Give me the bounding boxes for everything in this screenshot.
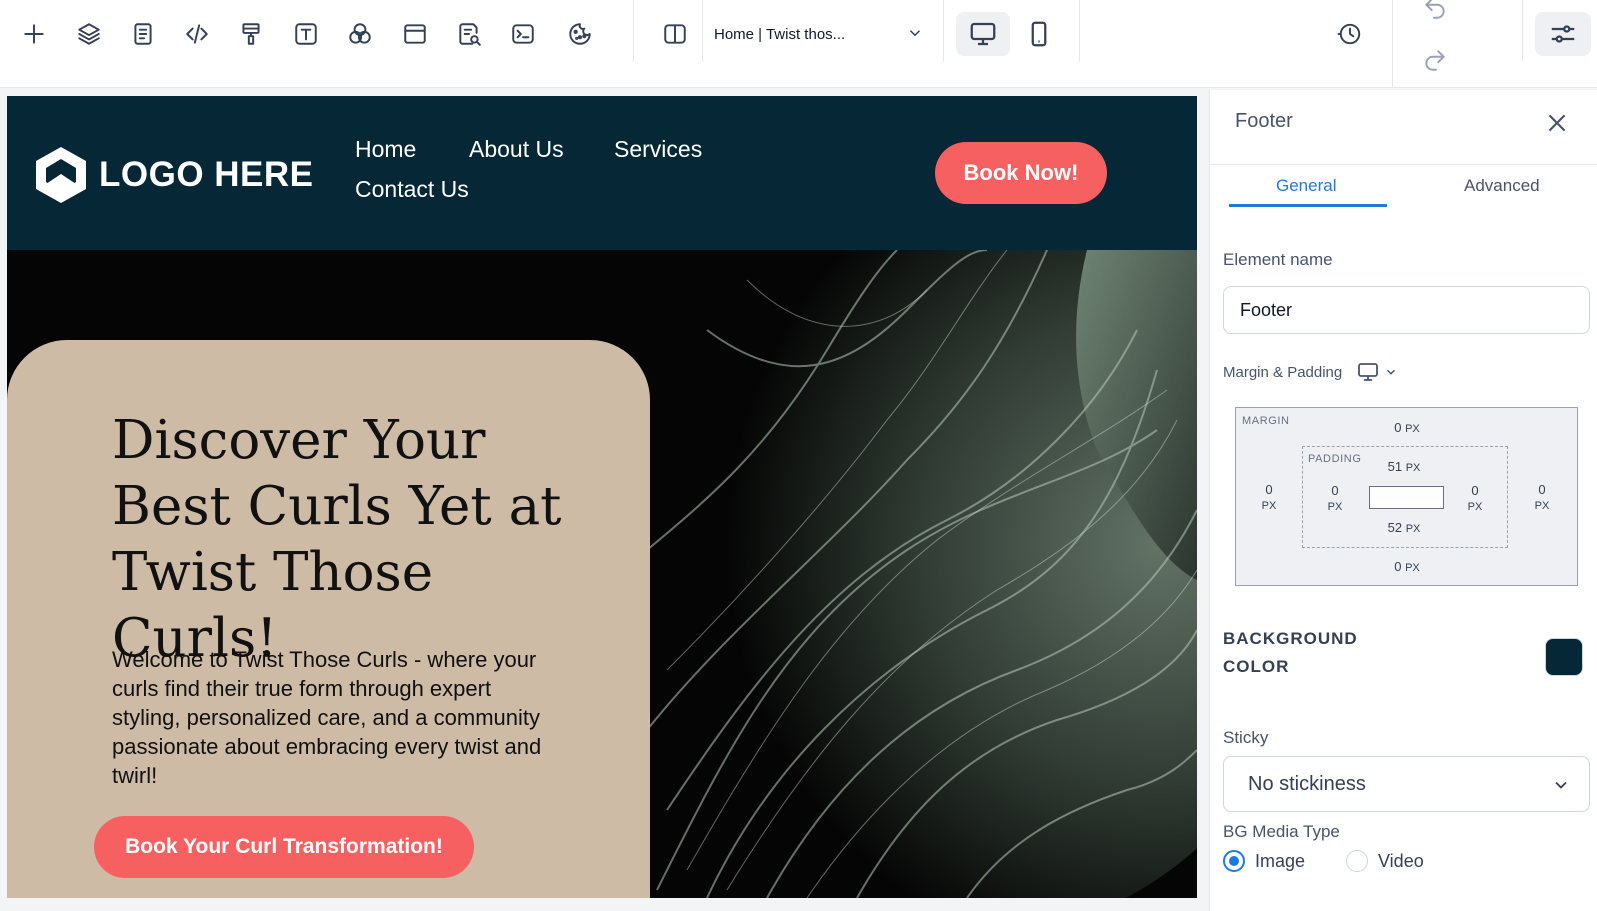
background-color-label: BACKGROUND COLOR: [1223, 629, 1358, 676]
settings-panel-button[interactable]: [1535, 12, 1591, 56]
page-icon[interactable]: [123, 14, 163, 54]
padding-bottom-value[interactable]: 52 PX: [1379, 520, 1429, 535]
content-box: [1369, 486, 1444, 509]
margin-left-value[interactable]: 0 PX: [1254, 482, 1284, 512]
split-view-icon[interactable]: [655, 14, 695, 54]
chevron-down-icon: [1555, 781, 1567, 789]
nav-link-services[interactable]: Services: [614, 136, 702, 163]
panel-divider: [1210, 164, 1597, 165]
margin-bottom-value[interactable]: 0 PX: [1382, 559, 1432, 574]
hero-description: Welcome to Twist Those Curls - where you…: [112, 647, 542, 788]
nav-link-home[interactable]: Home: [355, 136, 416, 163]
curl-transformation-button[interactable]: Book Your Curl Transformation!: [94, 816, 474, 878]
add-icon[interactable]: [14, 14, 54, 54]
logo-text: LOGO HERE: [99, 155, 314, 194]
tab-general[interactable]: General: [1276, 176, 1336, 196]
toolbar-divider: [943, 0, 944, 62]
text-icon[interactable]: [286, 14, 326, 54]
sticky-label: Sticky: [1223, 728, 1269, 747]
margin-padding-label: Margin & Padding: [1223, 360, 1398, 384]
padding-box: PADDING 51 PX 52 PX 0 PX 0 PX: [1302, 446, 1508, 548]
nav-link-about-us[interactable]: About Us: [469, 136, 564, 163]
margin-label: MARGIN: [1242, 415, 1290, 427]
margin-top-value[interactable]: 0 PX: [1382, 420, 1432, 435]
book-now-button[interactable]: Book Now!: [935, 142, 1107, 204]
tablet-icon: [1031, 21, 1047, 47]
toolbar-divider: [702, 0, 703, 62]
page-selector[interactable]: Home | Twist thos...: [714, 18, 924, 50]
chevron-down-icon: [1387, 369, 1396, 375]
chevron-down-icon: [906, 24, 924, 46]
margin-padding-text: Margin & Padding: [1223, 363, 1343, 381]
radio-image-label: Image: [1255, 850, 1306, 871]
radio-video-label: Video: [1378, 850, 1424, 871]
paint-roller-icon[interactable]: [231, 14, 271, 54]
code-icon[interactable]: [177, 14, 217, 54]
sticky-select-value: No stickiness: [1248, 772, 1366, 795]
element-name-label: Element name: [1223, 250, 1333, 269]
history-icon[interactable]: [1330, 14, 1370, 54]
close-icon[interactable]: [1544, 110, 1570, 136]
undo-icon[interactable]: [1415, 0, 1455, 28]
redo-icon[interactable]: [1415, 40, 1455, 80]
hero-section[interactable]: Discover Your Best Curls Yet at Twist Th…: [7, 250, 1197, 898]
element-settings-panel: Footer General Advanced Element name Foo…: [1209, 90, 1597, 911]
browser-window-icon[interactable]: [395, 14, 435, 54]
cookie-icon[interactable]: [560, 14, 600, 54]
active-tab-indicator: [1229, 204, 1387, 207]
background-color-swatch[interactable]: [1545, 638, 1583, 676]
terminal-icon[interactable]: [503, 14, 543, 54]
padding-label: PADDING: [1308, 453, 1362, 465]
toolbar-divider: [633, 0, 634, 62]
radio-video[interactable]: [1346, 850, 1368, 872]
desktop-icon: [1358, 363, 1379, 381]
color-palette-icon[interactable]: [340, 14, 380, 54]
padding-top-value[interactable]: 51 PX: [1379, 459, 1429, 474]
panel-title: Footer: [1235, 110, 1293, 132]
bg-media-type-label: BG Media Type: [1223, 822, 1340, 841]
bg-media-image-option[interactable]: Image: [1223, 850, 1305, 872]
hero-card[interactable]: Discover Your Best Curls Yet at Twist Th…: [7, 340, 650, 898]
box-model-editor: MARGIN 0 PX 0 PX 0 PX 0 PX PADDING 51 PX 5…: [1235, 407, 1578, 586]
site-logo[interactable]: LOGO HERE: [31, 144, 314, 206]
top-toolbar: Home | Twist thos...: [0, 0, 1597, 88]
hero-title: Discover Your Best Curls Yet at Twist Th…: [112, 410, 562, 669]
tablet-view-button[interactable]: [1012, 12, 1066, 56]
hexagon-logo-icon: [36, 147, 86, 203]
margin-right-value[interactable]: 0 PX: [1527, 482, 1557, 512]
padding-left-value[interactable]: 0 PX: [1320, 483, 1350, 513]
canvas-bottom-bar: [0, 898, 1209, 911]
page-selector-label: Home | Twist thos...: [714, 25, 846, 43]
element-name-input[interactable]: Footer: [1223, 286, 1590, 334]
desktop-view-button[interactable]: [956, 12, 1010, 56]
toolbar-divider: [1522, 0, 1523, 62]
device-dropdown[interactable]: [1356, 360, 1398, 384]
toolbar-divider: [1079, 0, 1080, 62]
nav-link-contact-us[interactable]: Contact Us: [355, 176, 469, 203]
sliders-icon: [1551, 25, 1575, 43]
tab-advanced[interactable]: Advanced: [1464, 176, 1540, 196]
sticky-select[interactable]: No stickiness: [1223, 756, 1590, 812]
layers-icon[interactable]: [69, 14, 109, 54]
desktop-icon: [970, 22, 996, 46]
padding-right-value[interactable]: 0 PX: [1460, 483, 1490, 513]
editor-canvas[interactable]: LOGO HERE Home About Us Services Contact…: [7, 96, 1197, 898]
radio-image[interactable]: [1223, 850, 1245, 872]
site-header[interactable]: LOGO HERE Home About Us Services Contact…: [7, 96, 1197, 250]
bg-media-video-option[interactable]: Video: [1346, 850, 1424, 872]
seo-search-icon[interactable]: [449, 14, 489, 54]
toolbar-divider: [1392, 0, 1393, 88]
